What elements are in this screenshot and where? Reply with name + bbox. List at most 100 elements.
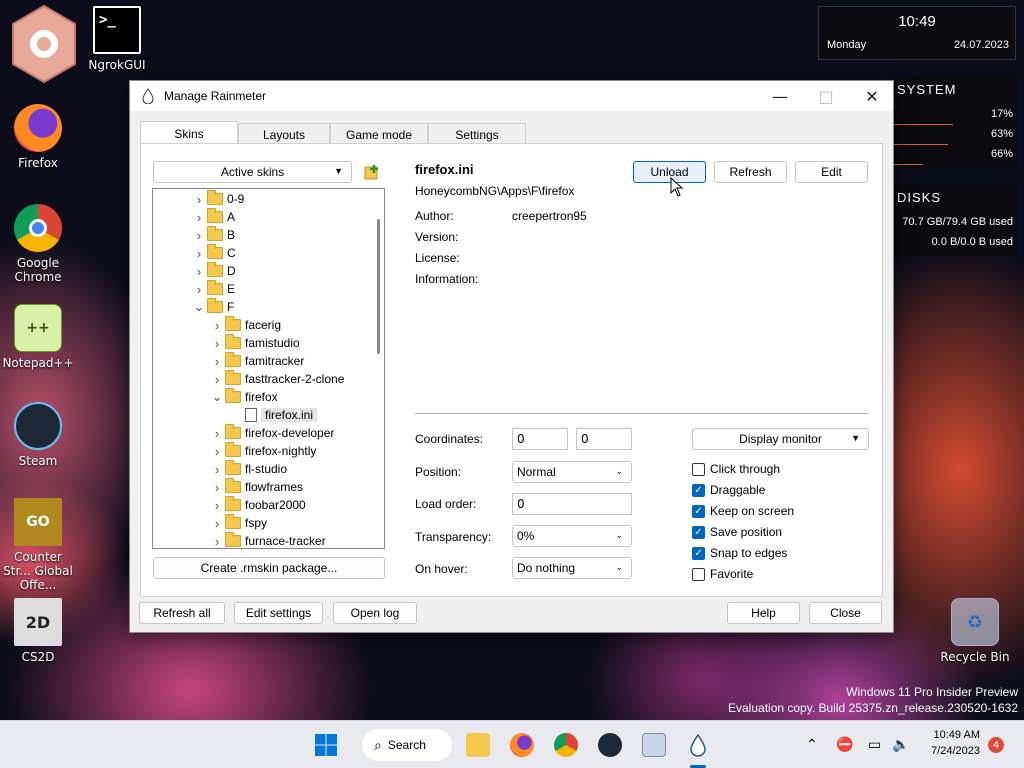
checkbox-keep-on-screen[interactable]: ✓ Keep on screen xyxy=(692,504,794,518)
help-button[interactable]: Help xyxy=(727,602,800,624)
file-explorer-icon[interactable] xyxy=(466,733,490,757)
tree-folder-item[interactable]: › 0-9 xyxy=(193,190,244,208)
close-window-button[interactable]: ✕ xyxy=(849,81,895,111)
tree-folder-item[interactable]: › E xyxy=(193,280,235,298)
desktop-icon-cs2d[interactable]: 2D CS2D xyxy=(0,598,76,664)
desktop-icon-recycle-bin[interactable]: ♻ Recycle Bin xyxy=(937,598,1013,664)
desktop-icon-rainmeter[interactable] xyxy=(6,4,82,88)
tab-skins[interactable]: Skins xyxy=(140,121,238,145)
chrome-taskbar-icon[interactable] xyxy=(554,733,578,757)
chevron-down-icon[interactable]: ⌄ xyxy=(211,389,223,405)
chevron-right-icon[interactable]: › xyxy=(193,282,205,297)
chevron-right-icon[interactable]: › xyxy=(211,462,223,477)
display-monitor-dropdown[interactable]: Display monitor ▼ xyxy=(692,428,869,450)
desktop-icon-firefox[interactable]: Firefox xyxy=(0,104,76,170)
scrollbar-thumb[interactable] xyxy=(377,219,380,354)
taskbar-search[interactable]: ⌕ Search xyxy=(362,729,452,761)
chevron-right-icon[interactable]: › xyxy=(211,372,223,387)
chevron-right-icon[interactable]: › xyxy=(193,192,205,207)
checkmark-icon[interactable]: ✓ xyxy=(692,525,705,539)
checkbox-snap-to-edges[interactable]: ✓ Snap to edges xyxy=(692,546,787,560)
title-bar[interactable]: Manage Rainmeter — □ ✕ xyxy=(130,81,893,111)
close-button[interactable]: Close xyxy=(809,602,882,624)
tree-folder-item[interactable]: › firefox-nightly xyxy=(211,442,316,460)
tab-game-mode[interactable]: Game mode xyxy=(330,123,428,145)
chevron-right-icon[interactable]: › xyxy=(193,246,205,261)
active-skins-dropdown[interactable]: Active skins ▼ xyxy=(153,161,352,183)
tree-folder-item[interactable]: › furnace-tracker xyxy=(211,532,326,549)
tree-folder-item[interactable]: › A xyxy=(193,208,235,226)
edit-settings-button[interactable]: Edit settings xyxy=(234,602,323,624)
coordinate-x-field[interactable]: 0 xyxy=(512,428,568,450)
tree-folder-item[interactable]: › famistudio xyxy=(211,334,300,352)
taskbar-date[interactable]: 7/24/2023 xyxy=(918,745,980,757)
chevron-down-icon[interactable]: ⌄ xyxy=(193,299,205,315)
add-skin-icon[interactable] xyxy=(364,164,380,180)
notification-badge[interactable]: 4 xyxy=(988,737,1004,753)
desktop-icon-ngrokgui[interactable]: >_ NgrokGUI xyxy=(79,6,155,72)
tree-folder-item[interactable]: › firefox-developer xyxy=(211,424,334,442)
volume-icon[interactable]: 🔈 xyxy=(892,736,909,753)
load-order-field[interactable]: 0 xyxy=(512,493,632,515)
tree-folder-item[interactable]: › fasttracker-2-clone xyxy=(211,370,344,388)
chevron-up-icon[interactable]: ⌃ xyxy=(806,736,818,753)
display-icon[interactable]: ▭ xyxy=(868,736,881,753)
steam-taskbar-icon[interactable] xyxy=(598,733,622,757)
checkbox-save-position[interactable]: ✓ Save position xyxy=(692,525,782,539)
chevron-right-icon[interactable]: › xyxy=(211,336,223,351)
desktop-icon-chrome[interactable]: Google Chrome xyxy=(0,204,76,284)
firefox-taskbar-icon[interactable] xyxy=(510,733,534,757)
chevron-right-icon[interactable]: › xyxy=(211,426,223,441)
refresh-all-button[interactable]: Refresh all xyxy=(139,602,225,624)
chevron-right-icon[interactable]: › xyxy=(211,444,223,459)
checkmark-icon[interactable]: ✓ xyxy=(692,504,705,518)
minimize-button[interactable]: — xyxy=(757,81,803,111)
checkbox-click-through[interactable]: Click through xyxy=(692,462,780,476)
chevron-right-icon[interactable]: › xyxy=(193,210,205,225)
tree-folder-item[interactable]: › B xyxy=(193,226,235,244)
checkbox-empty-icon[interactable] xyxy=(692,567,705,581)
chevron-right-icon[interactable]: › xyxy=(211,480,223,495)
chevron-right-icon[interactable]: › xyxy=(211,354,223,369)
create-rmskin-button[interactable]: Create .rmskin package... xyxy=(153,557,385,579)
chevron-right-icon[interactable]: › xyxy=(211,498,223,513)
tree-folder-item[interactable]: › fl-studio xyxy=(211,460,287,478)
start-button[interactable] xyxy=(314,733,338,757)
checkbox-empty-icon[interactable] xyxy=(692,462,705,476)
coordinate-y-field[interactable]: 0 xyxy=(576,428,632,450)
checkbox-favorite[interactable]: Favorite xyxy=(692,567,753,581)
chevron-right-icon[interactable]: › xyxy=(211,534,223,549)
edit-button[interactable]: Edit xyxy=(795,161,868,183)
tree-folder-item[interactable]: › C xyxy=(193,244,236,262)
checkmark-icon[interactable]: ✓ xyxy=(692,483,705,497)
chevron-right-icon[interactable]: › xyxy=(193,228,205,243)
tree-folder-item[interactable]: ⌄ firefox xyxy=(211,388,278,406)
refresh-button[interactable]: Refresh xyxy=(714,161,787,183)
tree-folder-item[interactable]: › D xyxy=(193,262,236,280)
rainmeter-taskbar-icon[interactable] xyxy=(686,733,710,757)
on-hover-dropdown[interactable]: Do nothing ⌄ xyxy=(512,557,632,579)
chevron-right-icon[interactable]: › xyxy=(211,318,223,333)
network-icon[interactable]: ⛔ xyxy=(836,736,853,753)
checkbox-draggable[interactable]: ✓ Draggable xyxy=(692,483,765,497)
chevron-right-icon[interactable]: › xyxy=(193,264,205,279)
checkmark-icon[interactable]: ✓ xyxy=(692,546,705,560)
tab-settings[interactable]: Settings xyxy=(428,123,526,145)
tree-folder-item[interactable]: ⌄ F xyxy=(193,298,234,316)
chevron-right-icon[interactable]: › xyxy=(211,516,223,531)
tree-folder-item[interactable]: › facerig xyxy=(211,316,281,334)
open-log-button[interactable]: Open log xyxy=(333,602,417,624)
tree-folder-item[interactable]: › flowframes xyxy=(211,478,303,496)
tree-scrollbar[interactable] xyxy=(374,189,382,548)
transparency-dropdown[interactable]: 0% ⌄ xyxy=(512,525,632,547)
skins-tree[interactable]: › 0-9 › A › B › C › D › E ⌄ F › facerig › famistudio › fami… xyxy=(152,188,385,549)
desktop-icon-csgo[interactable]: GO Counter Str... Global Offe... xyxy=(0,498,76,592)
position-dropdown[interactable]: Normal ⌄ xyxy=(512,461,632,483)
desktop-icon-notepadpp[interactable]: ++ Notepad++ xyxy=(0,304,76,370)
tree-folder-item[interactable]: › famitracker xyxy=(211,352,304,370)
tree-folder-item[interactable]: › fspy xyxy=(211,514,267,532)
tree-folder-item[interactable]: › foobar2000 xyxy=(211,496,306,514)
desktop-icon-steam[interactable]: Steam xyxy=(0,402,76,468)
performance-monitor-icon[interactable] xyxy=(642,733,666,757)
taskbar-time[interactable]: 10:49 AM xyxy=(928,729,980,741)
